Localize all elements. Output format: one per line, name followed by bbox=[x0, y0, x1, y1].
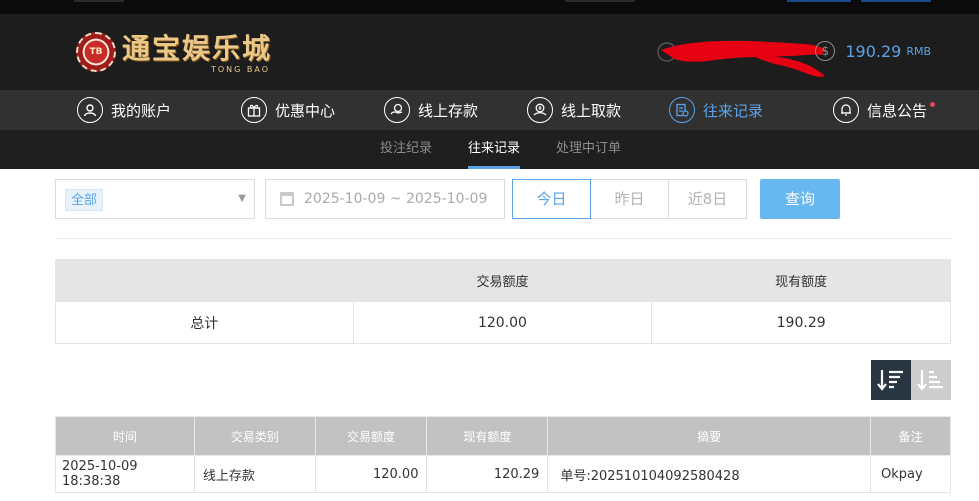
date-range-value: 2025-10-09 ~ 2025-10-09 bbox=[304, 191, 488, 207]
summary-row: 总计 120.00 190.29 bbox=[55, 301, 951, 344]
logo-english: TONG BAO bbox=[210, 65, 271, 74]
logo-text: 通宝娱乐城 TONG BAO bbox=[122, 32, 273, 74]
summary-total-balance: 190.29 bbox=[651, 301, 951, 344]
nav-item-my-account[interactable]: 我的账户 bbox=[77, 96, 171, 124]
summary-total-label: 总计 bbox=[55, 301, 354, 344]
nav-item-announcements[interactable]: 信息公告 bbox=[833, 96, 936, 124]
summary-header-balance: 现有额度 bbox=[651, 259, 951, 302]
summary-header-blank bbox=[55, 259, 354, 302]
quick-range-group: 今日 昨日 近8日 bbox=[512, 179, 747, 219]
col-header-note: 备注 bbox=[870, 416, 951, 456]
nav-item-transaction-records[interactable]: 往来记录 bbox=[669, 96, 763, 124]
range-yesterday-button[interactable]: 昨日 bbox=[590, 179, 669, 219]
query-button[interactable]: 查询 bbox=[760, 179, 840, 219]
summary-total-amount: 120.00 bbox=[352, 301, 653, 344]
balance-unit: RMB bbox=[906, 44, 931, 58]
main-nav: 我的账户 优惠中心 线上存款 线上取款 往来记录 信息公告 bbox=[0, 90, 979, 130]
tab-transaction-records[interactable]: 往来记录 bbox=[468, 130, 521, 169]
col-header-amount: 交易额度 bbox=[314, 416, 428, 456]
top-links[interactable] bbox=[787, 0, 931, 2]
user-icon bbox=[77, 97, 103, 123]
sort-descending-icon[interactable] bbox=[871, 360, 911, 400]
nav-label: 线上存款 bbox=[418, 101, 479, 120]
sort-ascending-icon[interactable] bbox=[911, 360, 951, 400]
deposit-icon bbox=[384, 97, 410, 123]
balance-amount: 190.29 bbox=[845, 41, 902, 61]
logo-name: 通宝娱乐城 bbox=[122, 32, 273, 65]
nav-item-online-deposit[interactable]: 线上存款 bbox=[384, 96, 478, 124]
calendar-icon bbox=[280, 192, 294, 206]
summary-header-amount: 交易额度 bbox=[352, 259, 653, 302]
tab-bet-records[interactable]: 投注纪录 bbox=[380, 130, 432, 169]
nav-label: 线上取款 bbox=[561, 101, 622, 120]
nav-label: 优惠中心 bbox=[275, 101, 336, 120]
site-logo[interactable]: TB 通宝娱乐城 TONG BAO bbox=[76, 32, 273, 74]
nav-label: 往来记录 bbox=[703, 101, 764, 120]
site-header: TB 通宝娱乐城 TONG BAO $ 190.29 RMB bbox=[0, 14, 979, 90]
records-table: 时间 交易类别 交易额度 现有额度 摘要 备注 2025-10-09 18:38… bbox=[55, 416, 951, 493]
summary-header-row: 交易额度 现有额度 bbox=[55, 259, 951, 302]
logo-badge: TB bbox=[89, 47, 103, 57]
nav-item-online-withdraw[interactable]: 线上取款 bbox=[527, 96, 621, 124]
cell-amount: 120.00 bbox=[314, 455, 428, 493]
account-balance: $ 190.29 RMB bbox=[815, 41, 931, 61]
cell-summary: 单号:202510104092580428 bbox=[547, 455, 872, 493]
cell-note: Okpay bbox=[870, 455, 951, 493]
summary-table: 交易额度 现有额度 总计 120.00 190.29 bbox=[55, 259, 951, 344]
range-today-button[interactable]: 今日 bbox=[512, 179, 591, 219]
redaction-scribble bbox=[657, 40, 826, 77]
logo-chip-icon: TB bbox=[76, 32, 116, 72]
nav-item-promotions[interactable]: 优惠中心 bbox=[241, 96, 335, 124]
records-icon bbox=[669, 97, 695, 123]
nav-label: 我的账户 bbox=[111, 101, 172, 120]
sort-buttons bbox=[871, 360, 951, 400]
notification-dot bbox=[930, 101, 936, 107]
col-header-balance: 现有额度 bbox=[426, 416, 549, 456]
top-strip-text bbox=[74, 0, 124, 2]
withdraw-icon bbox=[527, 97, 553, 123]
top-strip bbox=[0, 0, 979, 14]
cell-time: 2025-10-09 18:38:38 bbox=[55, 455, 195, 493]
cell-type: 线上存款 bbox=[193, 455, 316, 493]
tab-pending-orders[interactable]: 处理中订单 bbox=[556, 130, 621, 169]
top-strip-text bbox=[565, 0, 635, 2]
selected-type-tag[interactable]: 全部 bbox=[65, 189, 104, 211]
col-header-summary: 摘要 bbox=[547, 416, 872, 456]
dollar-coin-icon: $ bbox=[815, 41, 836, 61]
gift-icon bbox=[241, 97, 267, 123]
records-header-row: 时间 交易类别 交易额度 现有额度 摘要 备注 bbox=[55, 416, 951, 456]
date-range-input[interactable]: 2025-10-09 ~ 2025-10-09 bbox=[265, 179, 505, 219]
col-header-time: 时间 bbox=[55, 416, 195, 456]
divider bbox=[55, 238, 951, 239]
nav-label: 信息公告 bbox=[867, 101, 928, 120]
table-row: 2025-10-09 18:38:38 线上存款 120.00 120.29 单… bbox=[55, 455, 951, 493]
sub-nav: 投注纪录 往来记录 处理中订单 bbox=[0, 130, 979, 169]
col-header-type: 交易类别 bbox=[193, 416, 316, 456]
nav-label-wrap: 信息公告 bbox=[867, 100, 936, 121]
transaction-type-select[interactable]: 全部 ▼ bbox=[55, 179, 255, 219]
range-last8days-button[interactable]: 近8日 bbox=[668, 179, 747, 219]
cell-balance: 120.29 bbox=[426, 455, 549, 493]
caret-down-icon: ▼ bbox=[238, 193, 246, 204]
bell-icon bbox=[833, 97, 859, 123]
